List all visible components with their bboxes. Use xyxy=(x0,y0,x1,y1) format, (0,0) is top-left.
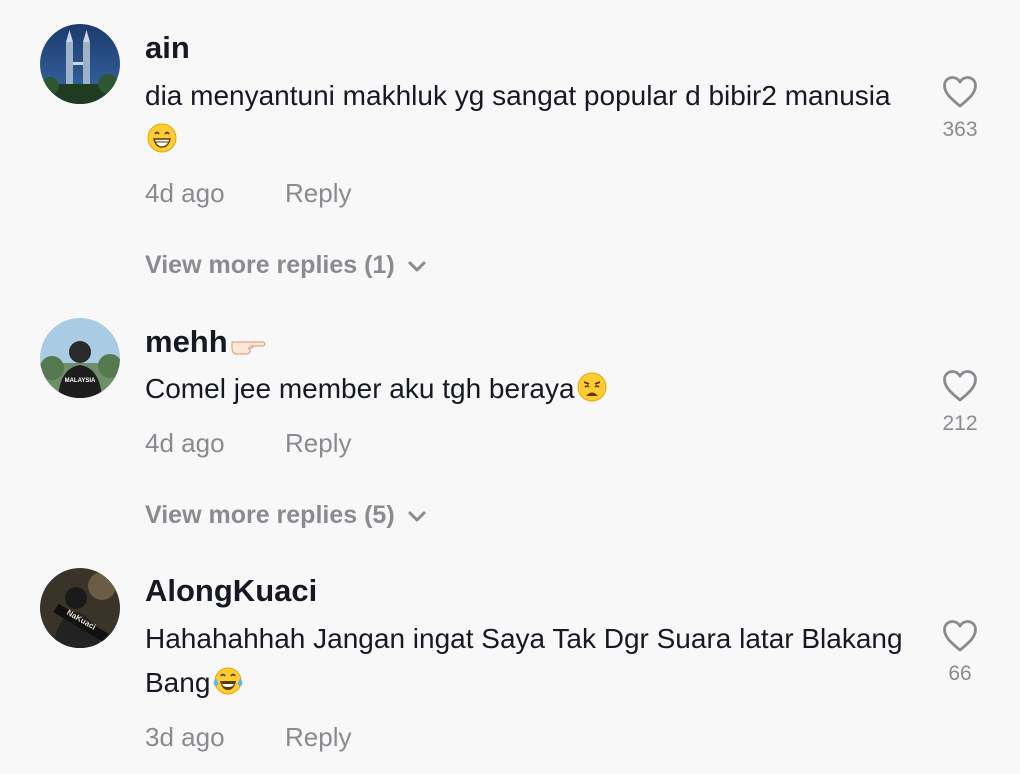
chevron-down-icon xyxy=(407,502,427,531)
weary-face-emoji xyxy=(577,371,607,415)
comment-text: Hahahahhah Jangan ingat Saya Tak Dgr Sua… xyxy=(145,617,905,709)
like-button[interactable]: 66 xyxy=(930,619,990,686)
grinning-face-emoji xyxy=(147,122,177,166)
comment-text-content: Hahahahhah Jangan ingat Saya Tak Dgr Sua… xyxy=(145,623,903,698)
reply-button[interactable]: Reply xyxy=(285,722,351,753)
avatar[interactable]: NaKuaci xyxy=(40,568,120,648)
view-more-replies-button[interactable]: View more replies (5) xyxy=(145,501,427,531)
like-button[interactable]: 363 xyxy=(930,75,990,142)
timestamp: 4d ago xyxy=(145,178,225,208)
comment-text-content: Comel jee member aku tgh beraya xyxy=(145,373,575,404)
avatar[interactable] xyxy=(40,24,120,104)
comment-text: Comel jee member aku tgh beraya xyxy=(145,367,905,415)
like-button[interactable]: 212 xyxy=(930,369,990,436)
comment-text: dia menyantuni makhluk yg sangat popular… xyxy=(145,74,905,166)
like-count: 66 xyxy=(948,662,972,685)
chevron-down-icon xyxy=(407,252,427,281)
like-count: 212 xyxy=(942,412,978,435)
tears-of-joy-emoji xyxy=(212,665,244,709)
heart-outline-icon xyxy=(943,76,977,108)
timestamp: 3d ago xyxy=(145,722,225,752)
timestamp: 4d ago xyxy=(145,428,225,458)
reply-button[interactable]: Reply xyxy=(285,178,351,209)
comment-meta: 4d ago Reply xyxy=(145,178,351,209)
reply-button[interactable]: Reply xyxy=(285,428,351,459)
username[interactable]: mehh xyxy=(145,324,266,364)
comment-meta: 4d ago Reply xyxy=(145,428,351,459)
avatar[interactable]: MALAYSIA xyxy=(40,318,120,398)
like-count: 363 xyxy=(942,118,978,141)
pointing-hand-emoji xyxy=(230,328,266,364)
comment-text-content: dia menyantuni makhluk yg sangat popular… xyxy=(145,80,891,111)
svg-text:MALAYSIA: MALAYSIA xyxy=(65,378,96,384)
heart-outline-icon xyxy=(943,620,977,652)
username-text: mehh xyxy=(145,324,228,359)
username[interactable]: ain xyxy=(145,30,190,66)
view-more-replies-label: View more replies (1) xyxy=(145,251,395,279)
comment-meta: 3d ago Reply xyxy=(145,722,351,753)
heart-outline-icon xyxy=(943,370,977,402)
view-more-replies-label: View more replies (5) xyxy=(145,501,395,529)
view-more-replies-button[interactable]: View more replies (1) xyxy=(145,251,427,281)
username[interactable]: AlongKuaci xyxy=(145,573,317,609)
